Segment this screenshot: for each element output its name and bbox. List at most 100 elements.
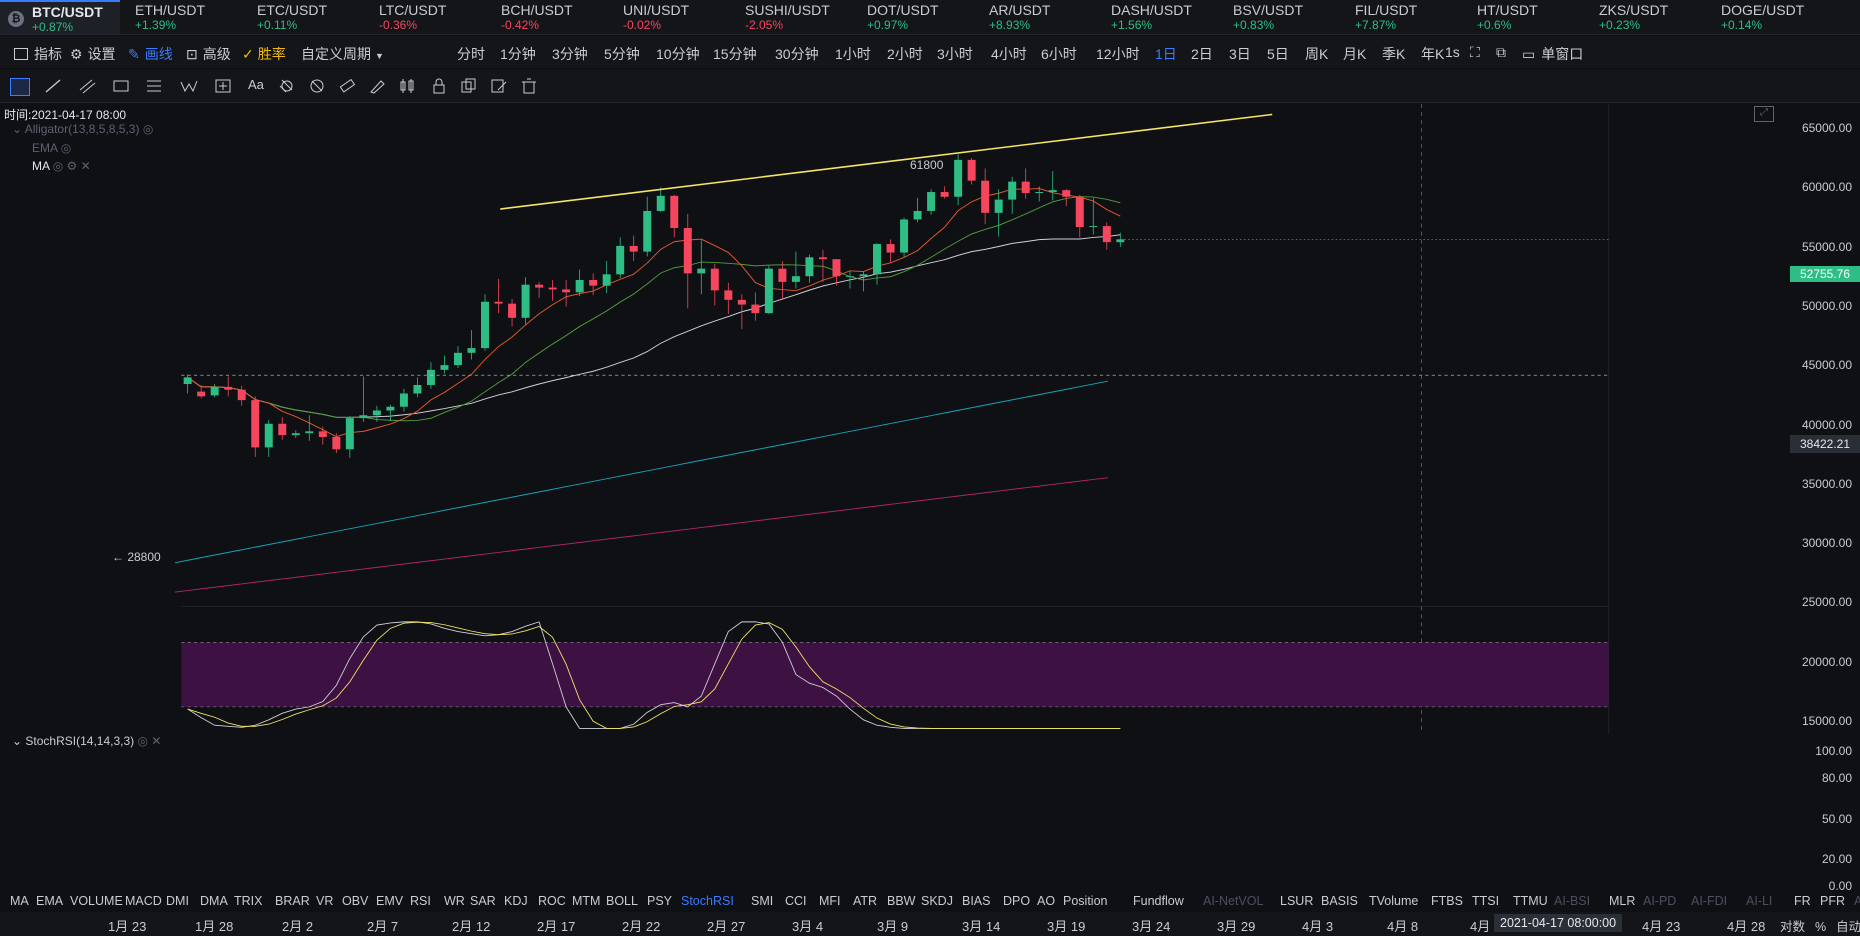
ticker-uni-usdt[interactable]: UNI/USDT -0.02% <box>613 0 731 34</box>
indicator-atr[interactable]: ATR <box>853 894 877 908</box>
hide-drawings-tool-icon[interactable] <box>308 78 326 94</box>
candle-body[interactable] <box>426 369 435 385</box>
candle-body[interactable] <box>940 192 949 197</box>
candle-body[interactable] <box>481 301 490 349</box>
candle-body[interactable] <box>832 259 841 277</box>
indicator-ma[interactable]: MA <box>10 894 29 908</box>
period-11[interactable]: 6小时 <box>1041 44 1077 64</box>
candle-body[interactable] <box>359 415 368 419</box>
indicator-volume[interactable]: VOLUME <box>70 894 123 908</box>
ticker-fil-usdt[interactable]: FIL/USDT +7.87% <box>1345 0 1463 34</box>
indicator-ttsi[interactable]: TTSI <box>1472 894 1499 908</box>
indicator-brar[interactable]: BRAR <box>275 894 310 908</box>
candle-style-tool-icon[interactable] <box>398 78 416 94</box>
candle-body[interactable] <box>1008 181 1017 200</box>
indicator-emv[interactable]: EMV <box>376 894 403 908</box>
ticker-etc-usdt[interactable]: ETC/USDT +0.11% <box>247 0 365 34</box>
indicator-ai-bst[interactable]: AI-BST <box>1854 894 1860 908</box>
stochrsi-legend[interactable]: ⌄ StochRSI(14,14,3,3) ◎ ✕ <box>12 734 161 748</box>
indicator-ao[interactable]: AO <box>1037 894 1055 908</box>
candle-body[interactable] <box>210 386 219 396</box>
ticker-sushi-usdt[interactable]: SUSHI/USDT -2.05% <box>735 0 853 34</box>
indicator-dma[interactable]: DMA <box>200 894 228 908</box>
candle-body[interactable] <box>251 400 260 448</box>
candle-body[interactable] <box>399 393 408 407</box>
indicator-roc[interactable]: ROC <box>538 894 566 908</box>
candle-body[interactable] <box>602 274 611 286</box>
period-8[interactable]: 2小时 <box>887 44 923 64</box>
period-6[interactable]: 30分钟 <box>775 44 819 64</box>
indicator-fundflow[interactable]: Fundflow <box>1133 894 1184 908</box>
edit-tool-icon[interactable] <box>490 78 508 94</box>
candle-body[interactable] <box>967 159 976 181</box>
indicator-ttmu[interactable]: TTMU <box>1513 894 1548 908</box>
close-icon[interactable]: ✕ <box>81 159 91 173</box>
rectangle-tool-icon[interactable] <box>112 78 130 94</box>
candle-body[interactable] <box>724 290 733 300</box>
indicators-button[interactable]: 指标 <box>14 44 62 64</box>
period-19[interactable]: 季K <box>1382 44 1405 64</box>
lock-drawings-tool-icon[interactable] <box>430 78 448 94</box>
indicator-cci[interactable]: CCI <box>785 894 807 908</box>
candle-body[interactable] <box>386 406 395 411</box>
window-mode-button[interactable]: ▭ 单窗口 <box>1522 44 1583 64</box>
trash-icon[interactable] <box>520 78 538 94</box>
fullscreen-icon[interactable]: ⛶ <box>1470 44 1480 61</box>
eye-icon[interactable]: ◎ <box>53 159 63 173</box>
interval-label[interactable]: 1s <box>1445 44 1460 60</box>
candle-body[interactable] <box>521 284 530 318</box>
candle-body[interactable] <box>305 431 314 434</box>
period-14[interactable]: 2日 <box>1191 44 1213 64</box>
price-chart[interactable] <box>0 104 1790 734</box>
indicator-fr[interactable]: FR <box>1794 894 1811 908</box>
indicator-mlr[interactable]: MLR <box>1609 894 1635 908</box>
candle-body[interactable] <box>1021 181 1030 193</box>
indicator-pfr[interactable]: PFR <box>1820 894 1845 908</box>
ticker-dot-usdt[interactable]: DOT/USDT +0.97% <box>857 0 975 34</box>
ticker-btc-usdt[interactable]: ₿ BTC/USDT +0.87% <box>0 0 120 34</box>
candle-body[interactable] <box>494 301 503 304</box>
indicator-obv[interactable]: OBV <box>342 894 368 908</box>
candle-body[interactable] <box>1048 190 1057 193</box>
indicator-smi[interactable]: SMI <box>751 894 773 908</box>
close-icon[interactable]: ✕ <box>151 734 161 748</box>
indicator-boll[interactable]: BOLL <box>606 894 638 908</box>
period-12[interactable]: 12小时 <box>1096 44 1140 64</box>
candle-body[interactable] <box>278 423 287 436</box>
copy-tool-icon[interactable] <box>460 78 478 94</box>
measure-tool-icon[interactable] <box>214 78 232 94</box>
ticker-bch-usdt[interactable]: BCH/USDT -0.42% <box>491 0 609 34</box>
candle-body[interactable] <box>927 192 936 211</box>
indicator-ai-li[interactable]: AI-LI <box>1746 894 1772 908</box>
magnet-tool-icon[interactable] <box>278 78 296 94</box>
indicator-ema[interactable]: EMA <box>36 894 63 908</box>
candle-body[interactable] <box>643 210 652 252</box>
candle-body[interactable] <box>548 287 557 290</box>
candle-body[interactable] <box>981 180 990 213</box>
candle-body[interactable] <box>1089 226 1098 228</box>
trendline-drawing[interactable] <box>500 113 1273 210</box>
candle-body[interactable] <box>670 195 679 228</box>
candle-body[interactable] <box>913 210 922 220</box>
advanced-button[interactable]: ⊡ 高级 <box>186 44 231 64</box>
indicator-bbw[interactable]: BBW <box>887 894 915 908</box>
period-18[interactable]: 月K <box>1343 44 1366 64</box>
candle-body[interactable] <box>332 436 341 450</box>
ema-legend[interactable]: EMA ◎ <box>32 141 71 155</box>
ticker-ltc-usdt[interactable]: LTC/USDT -0.36% <box>369 0 487 34</box>
ticker-zks-usdt[interactable]: ZKS/USDT +0.23% <box>1589 0 1707 34</box>
candle-body[interactable] <box>1062 190 1071 197</box>
candle-body[interactable] <box>805 257 814 277</box>
candle-body[interactable] <box>656 195 665 211</box>
candle-body[interactable] <box>562 289 571 293</box>
candle-body[interactable] <box>751 304 760 314</box>
candle-body[interactable] <box>345 418 354 450</box>
indicator-tvolume[interactable]: TVolume <box>1369 894 1418 908</box>
period-13[interactable]: 1日 <box>1155 44 1177 64</box>
period-3[interactable]: 5分钟 <box>604 44 640 64</box>
candle-body[interactable] <box>710 268 719 291</box>
indicator-position[interactable]: Position <box>1063 894 1107 908</box>
indicator-stochrsi[interactable]: StochRSI <box>681 894 734 908</box>
candle-body[interactable] <box>372 410 381 416</box>
indicator-basis[interactable]: BASIS <box>1321 894 1358 908</box>
